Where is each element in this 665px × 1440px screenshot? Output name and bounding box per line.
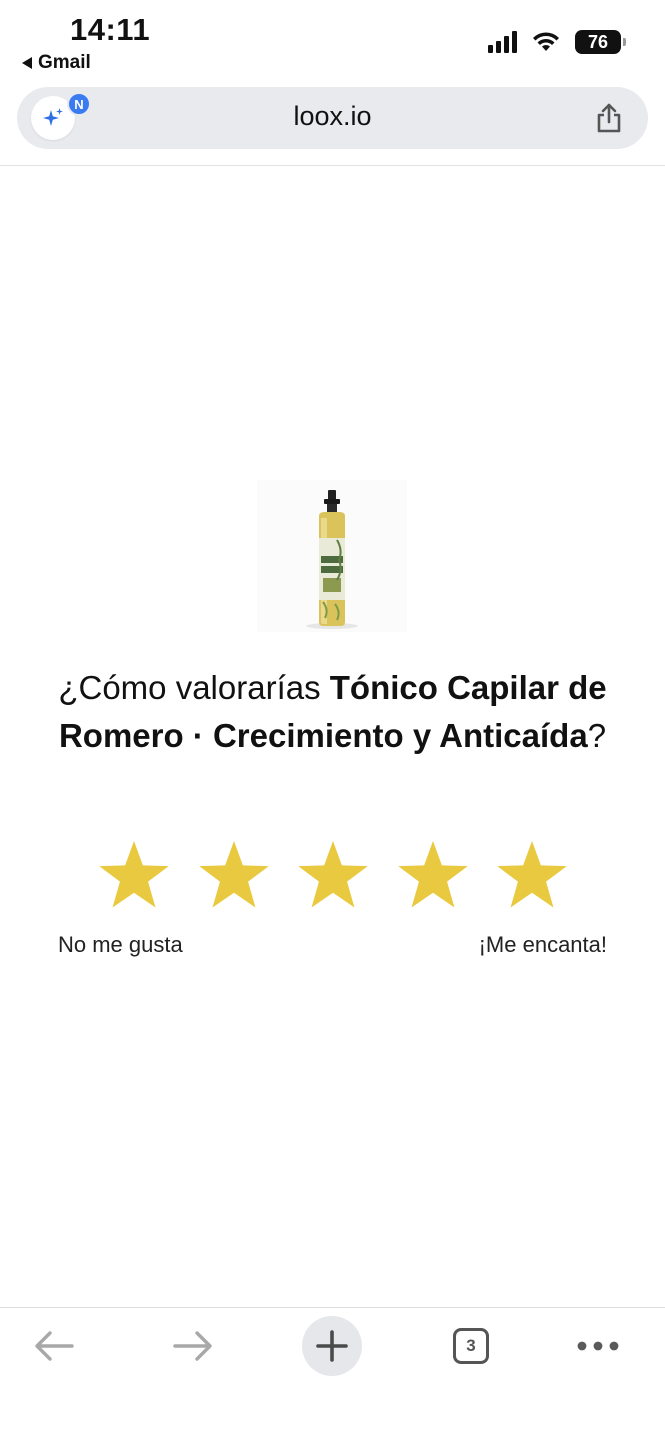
more-menu-button[interactable] (568, 1316, 628, 1376)
status-bar: 14:11 Gmail 76 (0, 0, 665, 80)
back-button[interactable] (24, 1316, 84, 1376)
star-3[interactable] (296, 838, 370, 912)
header-divider (0, 165, 665, 166)
back-triangle-icon (22, 57, 32, 69)
battery-level: 76 (587, 31, 609, 52)
more-dots-icon (577, 1341, 619, 1351)
star-2[interactable] (197, 838, 271, 912)
review-question: ¿Cómo valorarías Tónico Capilar de Romer… (20, 664, 645, 760)
star-5[interactable] (495, 838, 569, 912)
rating-low-label: No me gusta (58, 932, 183, 957)
new-tab-button[interactable] (302, 1316, 362, 1376)
status-time: 14:11 (70, 12, 151, 47)
star-4[interactable] (396, 838, 470, 912)
share-icon (597, 103, 621, 133)
battery-icon: 76 (575, 30, 626, 54)
wifi-icon (533, 32, 559, 51)
url-text[interactable]: loox.io (17, 101, 648, 132)
tab-switcher-button[interactable]: 3 (441, 1316, 501, 1376)
share-button[interactable] (592, 101, 626, 135)
rating-high-label: ¡Me encanta! (478, 932, 607, 957)
address-bar[interactable]: N loox.io (17, 87, 648, 149)
arrow-left-icon (35, 1331, 74, 1361)
product-image (257, 480, 407, 632)
back-to-app-link[interactable]: Gmail (22, 52, 91, 74)
browser-toolbar: 3 (0, 1308, 665, 1440)
back-app-label: Gmail (38, 52, 91, 73)
question-prefix: ¿Cómo valorarías (58, 669, 330, 706)
arrow-right-icon (173, 1331, 212, 1361)
plus-icon (316, 1330, 348, 1362)
star-rating (97, 838, 569, 912)
question-suffix: ? (587, 717, 607, 754)
tab-count: 3 (453, 1328, 489, 1364)
status-icons: 76 (488, 30, 626, 54)
forward-button[interactable] (163, 1316, 223, 1376)
star-1[interactable] (97, 838, 171, 912)
cellular-signal-icon (488, 31, 517, 53)
